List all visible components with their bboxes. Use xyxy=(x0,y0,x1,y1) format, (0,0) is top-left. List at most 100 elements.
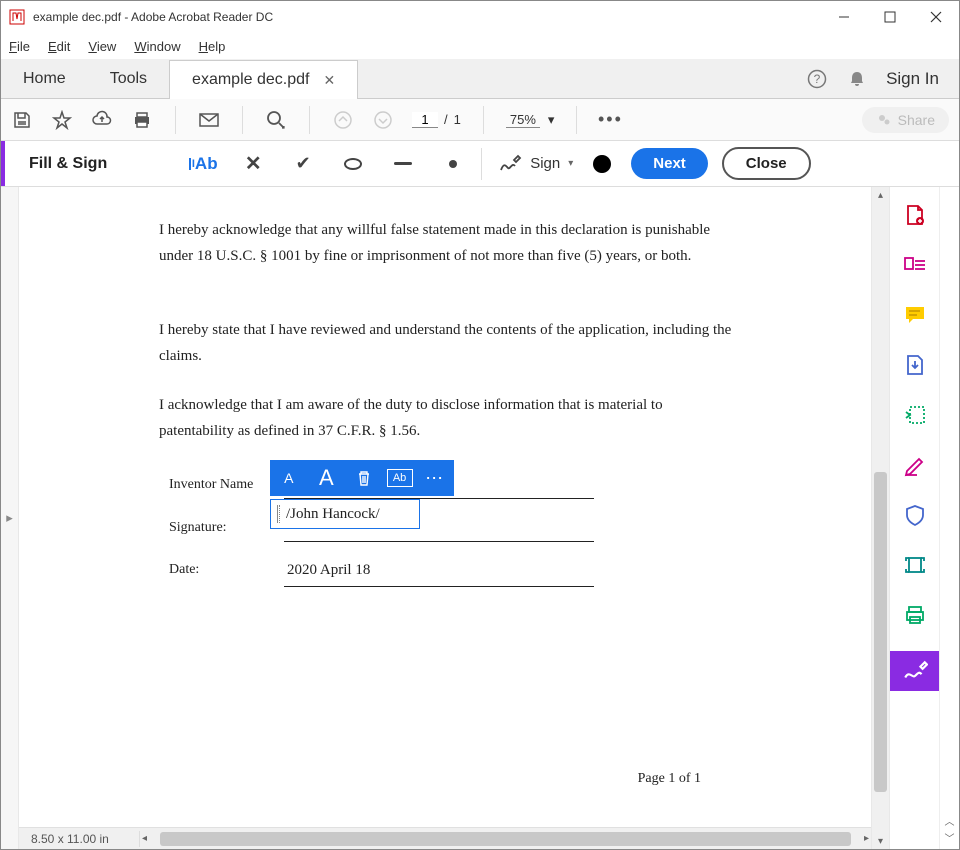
more-icon[interactable]: ••• xyxy=(599,109,621,131)
help-icon[interactable]: ? xyxy=(806,68,828,90)
page-indicator: / 1 xyxy=(412,112,461,128)
bell-icon[interactable] xyxy=(846,68,868,90)
print-tool-icon[interactable] xyxy=(901,601,929,629)
signin-link[interactable]: Sign In xyxy=(886,69,939,89)
tab-document[interactable]: example dec.pdf ✕ xyxy=(169,60,358,99)
color-picker[interactable] xyxy=(593,155,611,173)
tab-home-label: Home xyxy=(23,70,66,88)
left-panel-toggle[interactable]: ▸ xyxy=(1,187,19,849)
tab-tools[interactable]: Tools xyxy=(88,59,169,98)
organize-icon[interactable] xyxy=(901,251,929,279)
fill-sign-tool-icon[interactable] xyxy=(890,651,940,691)
decrease-text-button[interactable]: A xyxy=(274,463,304,493)
delete-annotation-button[interactable] xyxy=(349,463,379,493)
menu-edit[interactable]: Edit xyxy=(48,39,70,54)
scroll-right-icon[interactable]: ▸ xyxy=(864,833,869,844)
chevron-down-icon[interactable]: ﹀ xyxy=(945,830,955,845)
sign-button[interactable]: Sign ▾ xyxy=(498,152,573,176)
date-label: Date: xyxy=(169,562,199,578)
menubar: File Edit View Window Help xyxy=(1,33,959,59)
increase-text-button[interactable]: A xyxy=(311,463,341,493)
date-value: 2020 April 18 xyxy=(287,562,370,579)
next-button[interactable]: Next xyxy=(631,148,708,179)
menu-file[interactable]: File xyxy=(9,39,30,54)
zoom-value: 75% xyxy=(506,112,540,128)
close-button[interactable]: Close xyxy=(722,147,811,180)
cloud-icon[interactable] xyxy=(91,109,113,131)
drag-handle-icon[interactable] xyxy=(277,505,280,523)
tab-home[interactable]: Home xyxy=(1,59,88,98)
paragraph-3: I acknowledge that I am aware of the dut… xyxy=(159,392,739,445)
x-mark-tool[interactable]: ✕ xyxy=(241,152,265,176)
annotation-more-button[interactable]: ⋯ xyxy=(420,463,450,493)
minimize-button[interactable] xyxy=(821,1,867,33)
pdf-page[interactable]: I hereby acknowledge that any willful fa… xyxy=(19,187,871,827)
share-button[interactable]: Share xyxy=(862,107,949,133)
sign-label: Sign xyxy=(530,155,560,172)
circle-tool[interactable] xyxy=(341,152,365,176)
scroll-left-icon[interactable]: ◂ xyxy=(142,833,147,844)
vertical-scrollbar[interactable]: ▴ ▾ xyxy=(871,187,889,849)
chevron-up-icon[interactable]: ︿ xyxy=(945,813,955,828)
page-current-input[interactable] xyxy=(412,112,438,128)
comment-icon[interactable] xyxy=(901,301,929,329)
app-icon xyxy=(9,9,25,25)
paragraph-2: I hereby state that I have reviewed and … xyxy=(159,317,739,370)
text-tool-label: Ab xyxy=(195,154,218,174)
maximize-button[interactable] xyxy=(867,1,913,33)
page-sep: / xyxy=(444,112,448,127)
zoom-icon[interactable] xyxy=(265,109,287,131)
horizontal-scrollbar[interactable]: ◂ ▸ xyxy=(139,831,871,847)
save-icon[interactable] xyxy=(11,109,33,131)
chevron-down-icon: ▾ xyxy=(548,112,555,128)
page-down-icon[interactable] xyxy=(372,109,394,131)
dot-tool[interactable] xyxy=(441,152,465,176)
v-scroll-thumb[interactable] xyxy=(874,472,887,792)
signature-text-value: /John Hancock/ xyxy=(286,506,380,523)
scan-ocr-icon[interactable] xyxy=(901,551,929,579)
edit-pdf-icon[interactable] xyxy=(901,451,929,479)
titlebar: example dec.pdf - Adobe Acrobat Reader D… xyxy=(1,1,959,33)
export-pdf-icon[interactable] xyxy=(901,351,929,379)
text-annotation-toolbar: A A Ab ⋯ xyxy=(270,460,454,496)
page-up-icon[interactable] xyxy=(332,109,354,131)
signature-text-input[interactable]: /John Hancock/ xyxy=(270,499,420,529)
create-pdf-icon[interactable] xyxy=(901,201,929,229)
tabbar: Home Tools example dec.pdf ✕ ? Sign In xyxy=(1,59,959,99)
protect-icon[interactable] xyxy=(901,501,929,529)
print-icon[interactable] xyxy=(131,109,153,131)
tab-close-icon[interactable]: ✕ xyxy=(323,72,335,89)
close-window-button[interactable] xyxy=(913,1,959,33)
menu-window[interactable]: Window xyxy=(134,39,180,54)
tab-document-label: example dec.pdf xyxy=(192,71,309,89)
page-footer: Page 1 of 1 xyxy=(638,771,701,787)
fill-sign-title: Fill & Sign xyxy=(5,155,131,173)
scroll-down-icon[interactable]: ▾ xyxy=(872,833,889,849)
page-total: 1 xyxy=(454,112,461,127)
signature-label: Signature: xyxy=(169,520,227,536)
text-tool[interactable]: IAb xyxy=(191,152,215,176)
mail-icon[interactable] xyxy=(198,109,220,131)
line-tool[interactable] xyxy=(391,152,415,176)
zoom-indicator[interactable]: 75% ▾ xyxy=(506,112,555,128)
h-scroll-thumb[interactable] xyxy=(160,832,851,846)
menu-help[interactable]: Help xyxy=(199,39,226,54)
star-icon[interactable] xyxy=(51,109,73,131)
right-panel-toggle: ︿ ﹀ xyxy=(939,187,959,849)
app-window: example dec.pdf - Adobe Acrobat Reader D… xyxy=(0,0,960,850)
window-title: example dec.pdf - Adobe Acrobat Reader D… xyxy=(33,10,821,24)
compress-icon[interactable] xyxy=(901,401,929,429)
svg-text:?: ? xyxy=(814,72,821,86)
text-style-button[interactable]: Ab xyxy=(387,469,413,487)
chevron-down-icon: ▾ xyxy=(568,158,573,169)
tab-tools-label: Tools xyxy=(110,70,147,88)
menu-view[interactable]: View xyxy=(88,39,116,54)
paragraph-1: I hereby acknowledge that any willful fa… xyxy=(159,217,739,270)
share-label: Share xyxy=(898,112,935,128)
main-toolbar: / 1 75% ▾ ••• Share xyxy=(1,99,959,141)
scroll-up-icon[interactable]: ▴ xyxy=(872,187,889,203)
window-buttons xyxy=(821,1,959,33)
page-dimensions: 8.50 x 11.00 in xyxy=(19,832,139,846)
inventor-name-label: Inventor Name xyxy=(169,477,253,493)
checkmark-tool[interactable]: ✔ xyxy=(291,152,315,176)
